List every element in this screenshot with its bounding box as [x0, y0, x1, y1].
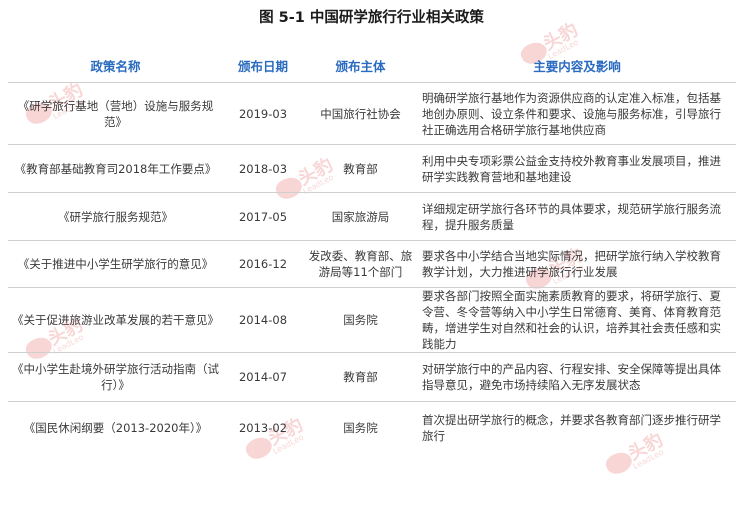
table-row: 《国民休闲纲要（2013-2020年）》 2013-02 国务院 首次提出研学旅… [8, 402, 736, 455]
date-cell: 2013-02 [238, 421, 288, 435]
content-cell: 首次提出研学旅行的概念，并要求各教育部门逐步推行研学旅行 [422, 413, 721, 443]
date-cell: 2019-03 [223, 82, 303, 145]
table-row: 《关于促进旅游业改革发展的若干意见》 2014-08 国务院 要求各部门按照全面… [8, 287, 736, 353]
policy-name-cell: 《关于推进中小学生研学旅行的意见》 [8, 240, 223, 288]
policy-name-cell: 《研学旅行服务规范》 [8, 192, 223, 241]
header-date: 颁布日期 [223, 52, 303, 83]
table-row: 《关于推进中小学生研学旅行的意见》 2016-12 发改委、教育部、旅游局等11… [8, 240, 736, 288]
policy-name-cell: 《关于促进旅游业改革发展的若干意见》 [8, 287, 223, 353]
header-content: 主要内容及影响 [418, 52, 736, 83]
policy-name-cell: 《研学旅行基地（营地）设施与服务规范》 [8, 82, 223, 145]
policy-name-cell: 《国民休闲纲要（2013-2020年）》 [23, 421, 208, 435]
issuer-cell: 国务院 [343, 421, 378, 435]
content-cell: 利用中央专项彩票公益金支持校外教育事业发展项目，推进研学实践教育营地和基地建设 [418, 144, 736, 193]
issuer-cell: 教育部 [303, 144, 418, 193]
content-cell: 详细规定研学旅行各环节的具体要求，规范研学旅行服务流程，提升服务质量 [418, 192, 736, 241]
page-title: 图 5-1 中国研学旅行行业相关政策 [259, 10, 484, 26]
issuer-cell: 国务院 [303, 287, 418, 353]
date-cell: 2018-03 [223, 144, 303, 193]
issuer-cell: 中国旅行社协会 [303, 82, 418, 145]
date-cell: 2014-08 [223, 287, 303, 353]
date-cell: 2016-12 [223, 240, 303, 288]
issuer-cell: 教育部 [303, 352, 418, 402]
content-cell: 对研学旅行中的产品内容、行程安排、安全保障等提出具体指导意见，避免市场持续陷入无… [418, 352, 736, 402]
content-cell: 要求各中小学结合当地实际情况，把研学旅行纳入学校教育教学计划，大力推进研学旅行行… [418, 240, 736, 288]
table-row: 《研学旅行服务规范》 2017-05 国家旅游局 详细规定研学旅行各环节的具体要… [8, 192, 736, 241]
issuer-cell: 发改委、教育部、旅游局等11个部门 [303, 240, 418, 288]
header-issuer: 颁布主体 [303, 52, 418, 83]
policy-table: 政策名称 颁布日期 颁布主体 主要内容及影响 《研学旅行基地（营地）设施与服务规… [8, 52, 736, 454]
table-row: 《教育部基础教育司2018年工作要点》 2018-03 教育部 利用中央专项彩票… [8, 144, 736, 193]
date-cell: 2017-05 [223, 192, 303, 241]
policy-name-cell: 《教育部基础教育司2018年工作要点》 [8, 144, 223, 193]
date-cell: 2014-07 [223, 352, 303, 402]
table-row: 《研学旅行基地（营地）设施与服务规范》 2019-03 中国旅行社协会 明确研学… [8, 82, 736, 145]
policy-name-cell: 《中小学生赴境外研学旅行活动指南（试行）》 [8, 352, 223, 402]
table-row: 《中小学生赴境外研学旅行活动指南（试行）》 2014-07 教育部 对研学旅行中… [8, 352, 736, 402]
header-policy-name: 政策名称 [8, 52, 223, 83]
table-header-row: 政策名称 颁布日期 颁布主体 主要内容及影响 [8, 52, 736, 83]
content-cell: 明确研学旅行基地作为资源供应商的认定准入标准，包括基地创办原则、设立条件和要求、… [418, 82, 736, 145]
content-cell: 要求各部门按照全面实施素质教育的要求，将研学旅行、夏令营、冬令营等纳入中小学生日… [418, 287, 736, 353]
issuer-cell: 国家旅游局 [303, 192, 418, 241]
